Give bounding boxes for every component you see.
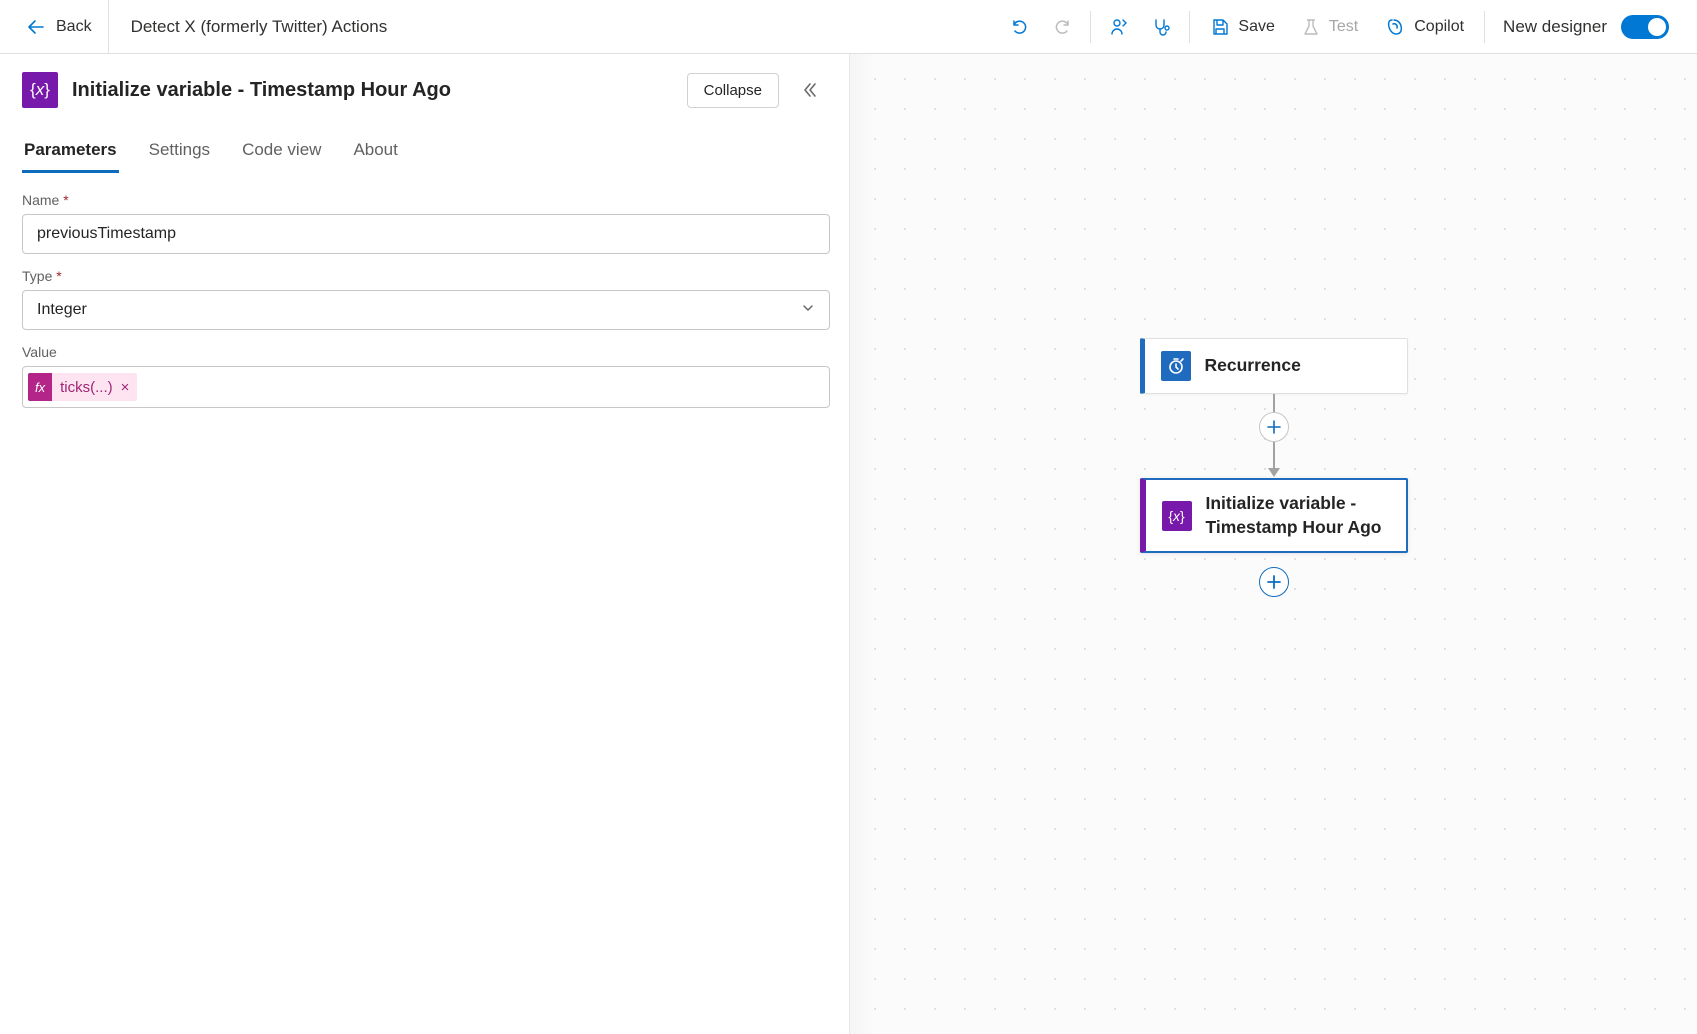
variable-icon: {x}	[22, 72, 58, 108]
undo-icon	[1010, 17, 1030, 37]
value-field-label: Value	[22, 344, 827, 360]
save-icon	[1210, 17, 1230, 37]
toolbar-actions: Save Test Copilot New designer	[1000, 8, 1687, 46]
schedule-icon	[1161, 351, 1191, 381]
assistant-button[interactable]	[1141, 9, 1181, 45]
panel-tabs: Parameters Settings Code view About	[22, 130, 827, 172]
name-field-label: Name *	[22, 192, 827, 208]
panel-title: Initialize variable - Timestamp Hour Ago	[72, 79, 673, 102]
redo-icon	[1052, 17, 1072, 37]
panel-header: {x} Initialize variable - Timestamp Hour…	[22, 72, 827, 108]
card-title: Initialize variable - Timestamp Hour Ago	[1206, 492, 1390, 539]
beaker-icon	[1301, 17, 1321, 37]
top-toolbar: Back Detect X (formerly Twitter) Actions	[0, 0, 1697, 54]
redo-button[interactable]	[1042, 9, 1082, 45]
flow-name[interactable]: Detect X (formerly Twitter) Actions	[109, 17, 410, 37]
flow-canvas[interactable]: Recurrence {x} Initialize variable - Tim…	[850, 54, 1697, 1034]
type-field-label: Type *	[22, 268, 827, 284]
fx-icon: fx	[28, 373, 52, 401]
save-label: Save	[1238, 18, 1274, 36]
connector	[1259, 394, 1289, 478]
arrow-down-icon	[1268, 468, 1280, 477]
card-title: Recurrence	[1205, 354, 1301, 378]
copilot-button[interactable]: Copilot	[1372, 8, 1476, 46]
type-select[interactable]: Integer	[22, 290, 830, 330]
tab-codeview[interactable]: Code view	[240, 130, 323, 173]
new-designer-toggle[interactable]	[1621, 15, 1669, 39]
test-label: Test	[1329, 18, 1358, 36]
stethoscope-icon	[1151, 17, 1171, 37]
token-text: ticks(...)	[52, 379, 121, 396]
name-input[interactable]: previousTimestamp	[22, 214, 830, 254]
chevron-down-icon	[801, 301, 815, 320]
new-designer-toggle-group: New designer	[1493, 15, 1669, 39]
tab-settings[interactable]: Settings	[147, 130, 212, 173]
action-panel: {x} Initialize variable - Timestamp Hour…	[0, 54, 850, 1034]
flow-graph: Recurrence {x} Initialize variable - Tim…	[1140, 338, 1408, 597]
copilot-icon	[1384, 16, 1406, 38]
value-input[interactable]: fx ticks(...) ×	[22, 366, 830, 408]
add-action-button[interactable]	[1259, 412, 1289, 442]
back-label: Back	[56, 18, 92, 36]
save-button[interactable]: Save	[1198, 9, 1286, 45]
arrow-left-icon	[26, 17, 46, 37]
identity-button[interactable]	[1099, 9, 1139, 45]
copilot-label: Copilot	[1414, 18, 1464, 36]
card-initialize-variable[interactable]: {x} Initialize variable - Timestamp Hour…	[1140, 478, 1408, 553]
variable-icon: {x}	[1162, 501, 1192, 531]
test-button[interactable]: Test	[1289, 9, 1370, 45]
tab-parameters[interactable]: Parameters	[22, 130, 119, 173]
new-designer-label: New designer	[1503, 17, 1607, 37]
chevron-double-left-icon[interactable]	[793, 73, 827, 107]
person-feedback-icon	[1109, 17, 1129, 37]
add-action-button-end[interactable]	[1259, 567, 1289, 597]
back-button[interactable]: Back	[10, 0, 109, 53]
card-recurrence[interactable]: Recurrence	[1140, 338, 1408, 394]
token-remove-icon[interactable]: ×	[121, 379, 138, 396]
tab-about[interactable]: About	[351, 130, 399, 173]
collapse-button[interactable]: Collapse	[687, 73, 779, 108]
undo-button[interactable]	[1000, 9, 1040, 45]
expression-token[interactable]: fx ticks(...) ×	[28, 373, 137, 401]
